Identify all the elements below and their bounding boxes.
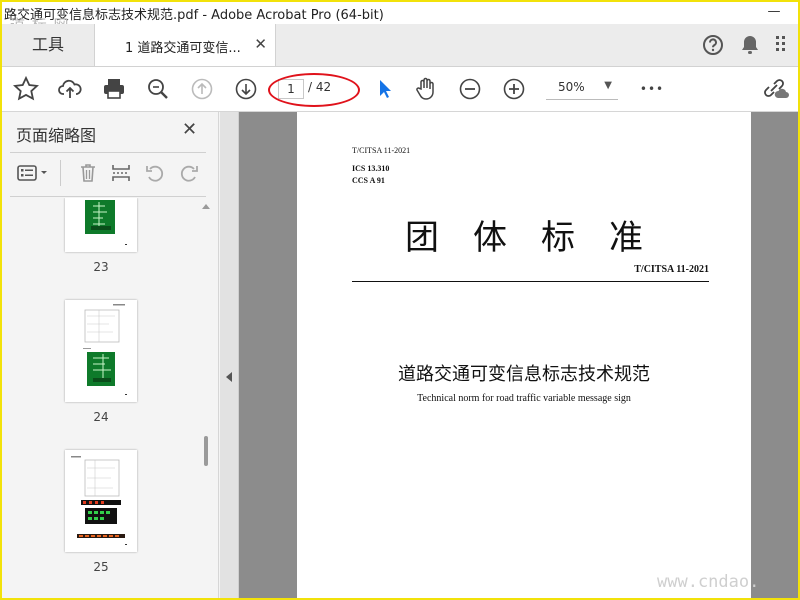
help-icon[interactable]: [702, 34, 724, 60]
standard-number: T/CITSA 11-2021: [352, 146, 411, 155]
panel-collapse-strip[interactable]: [220, 112, 239, 598]
cloud-upload-icon[interactable]: [56, 75, 84, 103]
next-page-icon[interactable]: [232, 75, 260, 103]
rotate-right-icon[interactable]: [178, 162, 200, 188]
scroll-up-icon[interactable]: [202, 204, 210, 209]
insert-page-icon[interactable]: [110, 162, 132, 188]
more-tools-icon[interactable]: •••: [638, 75, 666, 103]
panel-divider: [10, 196, 206, 197]
zoom-dropdown[interactable]: 50% ▼: [546, 77, 618, 100]
page-thumbnail-25[interactable]: [65, 450, 137, 552]
document-code: T/CITSA 11-2021: [634, 264, 709, 275]
app-window: 路交通可变信息标志技术规范.pdf - Adobe Acrobat Pro (6…: [0, 0, 800, 600]
scrollbar-thumb[interactable]: [204, 436, 208, 466]
document-en-title: Technical norm for road traffic variable…: [417, 393, 631, 404]
tab-close-icon[interactable]: ✕: [254, 35, 267, 53]
thumbnail-number: 24: [93, 410, 109, 424]
main-toolbar: 1 / 42 50% ▼ •••: [2, 67, 798, 112]
tab-bar: 工具 1 道路交通可变信... ✕: [2, 24, 798, 67]
zoom-search-icon[interactable]: [144, 75, 172, 103]
document-page: T/CITSA 11-2021 ICS 13.310 CCS A 91 团体标准…: [297, 112, 751, 598]
ccs-code: CCS A 91: [352, 176, 385, 185]
title-rule: [352, 281, 709, 282]
document-main-title: 团体标准: [405, 218, 677, 258]
ics-code: ICS 13.310: [352, 164, 390, 173]
trash-icon[interactable]: [78, 162, 98, 188]
thumbnail-number: 23: [93, 260, 109, 274]
share-link-icon[interactable]: [762, 75, 790, 103]
thumbnail-list: 23 24 25: [2, 198, 198, 598]
highlight-ellipse: [268, 73, 360, 107]
thumbnail-panel: 页面缩略图 ✕ 23 24 25: [2, 112, 219, 598]
panel-close-icon[interactable]: ✕: [182, 119, 197, 140]
rotate-left-icon[interactable]: [144, 162, 166, 188]
minimize-button[interactable]: —: [764, 4, 784, 20]
tab-document[interactable]: 1 道路交通可变信... ✕: [94, 24, 276, 66]
thumbnail-number: 25: [93, 560, 109, 574]
title-bar: 路交通可变信息标志技术规范.pdf - Adobe Acrobat Pro (6…: [2, 2, 798, 24]
watermark-bottom: www.cndao.: [657, 572, 760, 592]
select-arrow-icon[interactable]: [370, 75, 398, 103]
star-icon[interactable]: [12, 75, 40, 103]
hand-tool-icon[interactable]: [412, 75, 440, 103]
document-view[interactable]: T/CITSA 11-2021 ICS 13.310 CCS A 91 团体标准…: [239, 112, 798, 598]
tab-document-label: 1 道路交通可变信...: [125, 41, 241, 56]
apps-grid-icon[interactable]: [774, 34, 792, 58]
panel-toolbar: [2, 160, 218, 188]
collapse-arrow-icon[interactable]: [226, 372, 232, 382]
panel-toolbar-divider: [60, 160, 61, 186]
page-thumbnail-23[interactable]: [65, 198, 137, 252]
zoom-in-icon[interactable]: [500, 75, 528, 103]
print-icon[interactable]: [100, 75, 128, 103]
zoom-out-icon[interactable]: [456, 75, 484, 103]
thumbnail-options-icon[interactable]: [16, 162, 50, 188]
zoom-value: 50%: [558, 80, 585, 94]
previous-page-icon[interactable]: [188, 75, 216, 103]
chevron-down-icon: ▼: [604, 80, 612, 91]
document-cn-title: 道路交通可变信息标志技术规范: [398, 364, 650, 385]
page-thumbnail-24[interactable]: [65, 300, 137, 402]
tab-tools[interactable]: 工具: [2, 24, 94, 66]
panel-divider: [10, 152, 206, 153]
bell-icon[interactable]: [740, 34, 760, 60]
panel-title: 页面缩略图: [16, 126, 97, 145]
thumbnail-scrollbar[interactable]: [200, 198, 214, 598]
